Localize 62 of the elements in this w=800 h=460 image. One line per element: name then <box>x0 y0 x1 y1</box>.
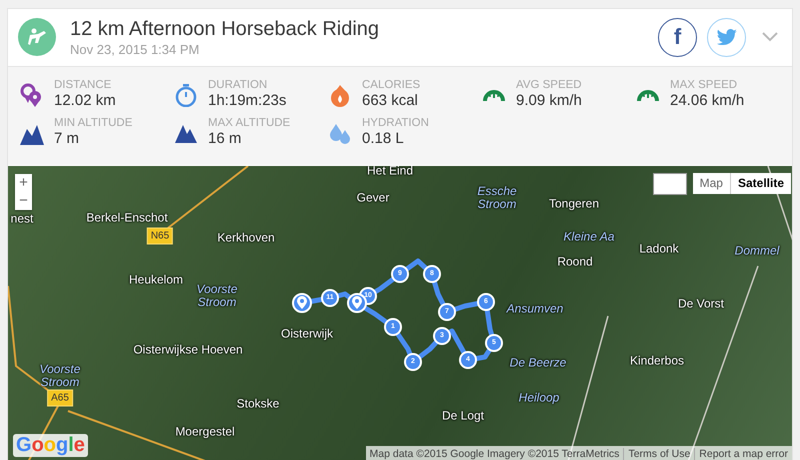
flame-icon <box>328 82 352 107</box>
activity-date: Nov 23, 2015 1:34 PM <box>70 42 200 58</box>
place-label: Kinderbos <box>630 354 684 368</box>
attribution-link[interactable]: Report a map error <box>694 448 792 460</box>
water-label: Voorste Stroom <box>38 362 82 389</box>
water-label: Ansumven <box>506 302 564 316</box>
stat-value: 16 m <box>208 130 242 147</box>
attribution-link[interactable]: Terms of Use <box>623 448 694 460</box>
road-shield: N65 <box>146 227 174 244</box>
stat-label: MIN ALTITUDE <box>54 116 132 130</box>
attribution-text: Map data ©2015 Google Imagery ©2015 TerraMetrics <box>368 448 620 460</box>
location-pin-icon <box>297 296 307 310</box>
map-preview-thumbnail[interactable] <box>652 172 687 195</box>
stat-value: 1h:19m:23s <box>208 92 286 109</box>
stat-label: DURATION <box>208 78 268 92</box>
place-label: Oisterwijk <box>281 327 333 340</box>
map-logo: Google <box>13 434 88 457</box>
stat-value: 7 m <box>54 130 80 147</box>
place-label: Stokske <box>236 397 280 410</box>
place-label: De Logt <box>442 409 484 422</box>
place-label: nest <box>10 212 34 226</box>
water-label: Voorste Stroom <box>196 282 238 309</box>
place-label: De Vorst <box>678 297 724 310</box>
bird-icon <box>716 29 736 46</box>
map-type-tab[interactable]: Satellite <box>730 172 791 194</box>
stat-value: 24.06 km/h <box>670 92 744 109</box>
water-label: Kleine Aa <box>564 230 614 244</box>
stat-value: 0.18 L <box>362 130 405 147</box>
location-pin-icon <box>352 296 362 310</box>
zoom-button[interactable]: − <box>15 192 32 210</box>
place-label: Het Eind <box>366 166 414 178</box>
water-label: Heiloop <box>518 391 560 404</box>
stat-label: CALORIES <box>362 78 420 92</box>
location-pins-icon <box>20 82 44 107</box>
place-label: Gever <box>356 191 390 204</box>
stat-label: HYDRATION <box>362 116 429 130</box>
place-label: Moergestel <box>175 425 235 438</box>
map-type-tab[interactable]: Map <box>692 172 730 194</box>
place-label: Ladonk <box>639 242 679 256</box>
road-shield: A65 <box>47 389 73 406</box>
place-label: Heukelom <box>128 273 184 286</box>
place-label: Tongeren <box>548 197 600 210</box>
water-label: De Beerze <box>510 356 566 370</box>
stat-label: DISTANCE <box>54 78 112 92</box>
rider-icon <box>26 27 48 48</box>
stat-value: 663 kcal <box>362 92 419 109</box>
activity-title: 12 km Afternoon Horseback Riding <box>70 17 380 42</box>
stopwatch-icon <box>174 82 198 107</box>
stat-label: MAX SPEED <box>670 78 738 92</box>
stat-label: MAX ALTITUDE <box>208 116 290 130</box>
place-label: Oisterwijkse Hoeven <box>133 343 243 356</box>
water-label: Essche Stroom <box>476 184 518 211</box>
route-marker[interactable] <box>292 292 312 313</box>
water-label: Dommel <box>734 244 780 258</box>
place-label: Roond <box>557 255 593 268</box>
place-label: Kerkhoven <box>217 231 275 244</box>
facebook-button[interactable]: f <box>658 18 697 57</box>
zoom-button[interactable]: + <box>15 174 32 192</box>
stat-label: AVG SPEED <box>516 78 582 92</box>
place-label: Berkel-Enschot <box>86 211 168 224</box>
stat-value: 12.02 km <box>54 92 116 109</box>
stat-value: 9.09 km/h <box>516 92 582 109</box>
